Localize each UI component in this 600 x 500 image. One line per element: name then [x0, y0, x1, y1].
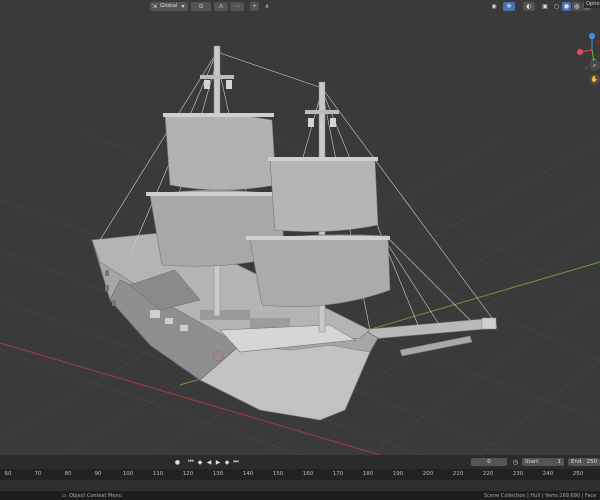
- ruler-tick: 120: [182, 471, 194, 477]
- end-label: End: [571, 459, 582, 465]
- eye-icon: ◉: [491, 2, 497, 10]
- ruler-tick: 170: [332, 471, 344, 477]
- pivot-point-dropdown[interactable]: ⊙: [191, 1, 211, 11]
- orientation-icon: ⇲: [151, 2, 158, 10]
- ruler-tick: 200: [422, 471, 434, 477]
- proportional-edit-icon: •: [252, 2, 257, 10]
- ruler-tick: 210: [452, 471, 464, 477]
- view-controls: ⌕ ✋: [589, 60, 600, 85]
- viewport-header-left: ⇲ Global ▾ ⊙ ∩ ⋯ • ∧: [150, 0, 273, 12]
- ruler-tick: 230: [512, 471, 524, 477]
- jump-keyframe-forward-icon[interactable]: ◆: [223, 458, 231, 467]
- ruler-tick: 80: [64, 471, 72, 477]
- ruler-tick: 130: [212, 471, 224, 477]
- end-frame-field[interactable]: End 250: [568, 458, 600, 466]
- wireframe-sphere-icon: ○: [553, 2, 560, 10]
- mouse-icon: ▭: [61, 492, 67, 499]
- ruler-tick: 110: [152, 471, 164, 477]
- snap-grid-icon: ⋯: [234, 2, 240, 10]
- frame-ruler[interactable]: 60 70 80 90 100 110 120 130 140 150 160 …: [0, 469, 600, 480]
- gizmo-toggle[interactable]: ✥: [503, 1, 515, 11]
- solid-shading-button[interactable]: ●: [562, 1, 571, 11]
- snap-target-dropdown[interactable]: ⋯: [230, 1, 244, 11]
- falloff-curve-icon: ∧: [264, 2, 270, 10]
- start-value: 1: [557, 459, 562, 465]
- ship-model-render: [0, 45, 600, 455]
- overlays-icon: ◐: [526, 2, 532, 10]
- zoom-button[interactable]: ⌕: [589, 60, 600, 71]
- falloff-dropdown[interactable]: ∧: [261, 2, 273, 11]
- stopwatch-icon[interactable]: ◷: [511, 458, 520, 467]
- ruler-tick: 160: [302, 471, 314, 477]
- solid-sphere-icon: ●: [563, 2, 570, 10]
- chevron-down-icon: ▾: [181, 2, 185, 10]
- timeline-track-area[interactable]: [0, 480, 600, 491]
- options-button[interactable]: Optio: [584, 0, 600, 8]
- ruler-tick: 150: [272, 471, 284, 477]
- ruler-tick: 240: [542, 471, 554, 477]
- 3d-viewport[interactable]: ⇲ Global ▾ ⊙ ∩ ⋯ • ∧ ◉ ✥ ◐ ▣ ○ ● ◍ Optio…: [0, 0, 600, 455]
- ruler-tick: 100: [122, 471, 134, 477]
- jump-start-icon[interactable]: ⏮: [187, 458, 195, 467]
- overlays-toggle[interactable]: ◐: [523, 1, 535, 11]
- pan-button[interactable]: ✋: [589, 74, 600, 85]
- pivot-icon: ⊙: [198, 2, 204, 10]
- ruler-tick: 140: [242, 471, 254, 477]
- ruler-tick: 220: [482, 471, 494, 477]
- ruler-tick: 190: [392, 471, 404, 477]
- snap-toggle[interactable]: ∩: [214, 1, 228, 11]
- zoom-icon: ⌕: [592, 61, 597, 69]
- ruler-tick: 180: [362, 471, 374, 477]
- scene-statistics: Scene Collection | Hull | Verts:169,690 …: [484, 492, 597, 499]
- jump-keyframe-back-icon[interactable]: ◆: [196, 458, 204, 467]
- magnet-icon: ∩: [218, 2, 224, 10]
- xray-toggle[interactable]: ▣: [540, 2, 550, 11]
- end-value: 250: [586, 459, 598, 465]
- visibility-dropdown[interactable]: ◉: [488, 2, 500, 11]
- status-bar: ▭ Object Context Menu Scene Collection |…: [0, 491, 600, 500]
- start-label: Start: [525, 459, 539, 465]
- orientation-label: Global: [160, 3, 178, 9]
- options-label: Optio: [586, 1, 600, 7]
- hand-icon: ✋: [590, 76, 599, 83]
- gizmo-icon: ✥: [506, 2, 512, 10]
- material-sphere-icon: ◍: [573, 2, 580, 10]
- status-hint: Object Context Menu: [69, 492, 122, 499]
- ruler-tick: 90: [94, 471, 102, 477]
- current-frame-field[interactable]: 0: [471, 458, 507, 466]
- jump-end-icon[interactable]: ⏭: [232, 458, 240, 467]
- proportional-edit-toggle[interactable]: •: [250, 1, 259, 11]
- record-icon[interactable]: ●: [173, 458, 182, 467]
- ruler-tick: 250: [572, 471, 584, 477]
- transform-orientation-dropdown[interactable]: ⇲ Global ▾: [150, 1, 188, 11]
- material-shading-button[interactable]: ◍: [572, 1, 581, 11]
- play-reverse-icon[interactable]: ◀: [205, 458, 213, 467]
- xray-icon: ▣: [542, 2, 548, 10]
- wireframe-shading-button[interactable]: ○: [552, 2, 561, 11]
- ruler-tick: 60: [4, 471, 12, 477]
- playback-controls: ● ⏮ ◆ ◀ ▶ ◆ ⏭: [173, 458, 240, 467]
- ruler-tick: 70: [34, 471, 42, 477]
- start-frame-field[interactable]: Start 1: [522, 458, 564, 466]
- play-icon[interactable]: ▶: [214, 458, 222, 467]
- current-frame-value: 0: [487, 459, 491, 465]
- timeline-header: ● ⏮ ◆ ◀ ▶ ◆ ⏭ 0 ◷ Start 1 End 250: [0, 455, 600, 469]
- viewport-header-right: ◉ ✥ ◐ ▣ ○ ● ◍ ◌: [488, 0, 591, 12]
